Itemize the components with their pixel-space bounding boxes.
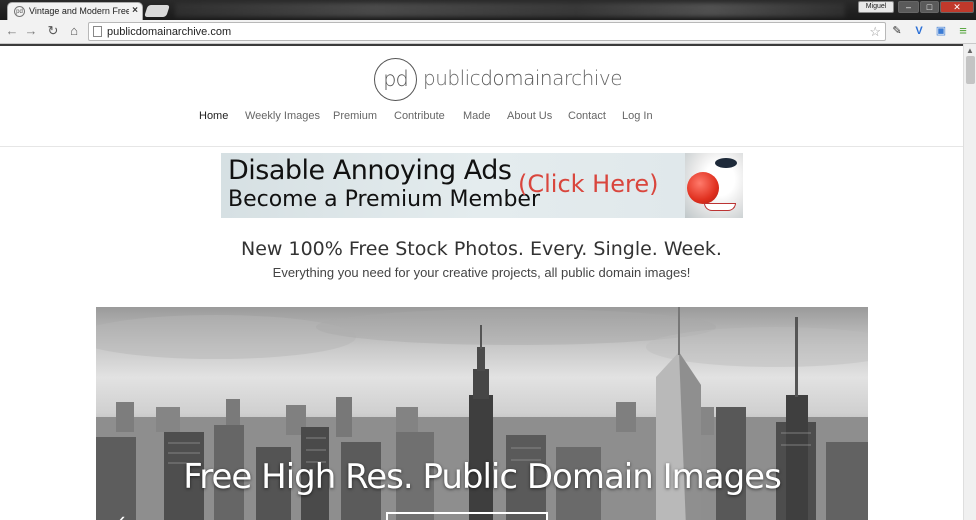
back-arrow-icon[interactable]: ← bbox=[4, 23, 20, 39]
site-favicon-icon: pd bbox=[14, 6, 25, 17]
ad-headline: Disable Annoying Ads bbox=[228, 155, 512, 186]
maximize-button[interactable]: □ bbox=[920, 1, 939, 13]
hero-cta-button[interactable] bbox=[386, 512, 548, 520]
nav-item-log-in[interactable]: Log In bbox=[622, 110, 653, 122]
logo-text-domain: domain bbox=[480, 66, 553, 90]
hero-slider[interactable]: Free High Res. Public Domain Images ‹ bbox=[96, 307, 868, 520]
clown-nose bbox=[687, 172, 719, 204]
premium-ad-banner[interactable]: Disable Annoying Ads Become a Premium Me… bbox=[221, 153, 743, 218]
url-text[interactable]: publicdomainarchive.com bbox=[107, 26, 231, 38]
clown-eye bbox=[715, 158, 737, 168]
page-subheadline: Everything you need for your creative pr… bbox=[272, 265, 691, 280]
logo-text-public: public bbox=[423, 66, 481, 90]
background-tabs bbox=[175, 3, 845, 17]
home-icon[interactable]: ⌂ bbox=[66, 23, 82, 39]
extension-v-icon[interactable]: V bbox=[912, 24, 926, 38]
browser-tab[interactable]: pd Vintage and Modern Free × bbox=[7, 2, 143, 20]
extension-evernote-icon[interactable]: ✎ bbox=[890, 24, 904, 38]
extension-window-icon[interactable]: ▣ bbox=[934, 24, 948, 38]
nav-item-premium[interactable]: Premium bbox=[333, 110, 377, 122]
web-page: pd publicdomainarchive Home Weekly Image… bbox=[0, 46, 963, 520]
address-bar[interactable]: publicdomainarchive.com ☆ bbox=[88, 22, 886, 41]
ad-click-here[interactable]: (Click Here) bbox=[518, 170, 658, 198]
close-window-button[interactable]: ✕ bbox=[940, 1, 974, 13]
browser-menu-icon[interactable]: ≡ bbox=[956, 24, 970, 38]
logo-mark[interactable]: pd bbox=[374, 58, 417, 101]
page-scrollbar[interactable]: ▲ bbox=[963, 44, 976, 520]
minimize-button[interactable]: – bbox=[898, 1, 919, 13]
nav-item-home[interactable]: Home bbox=[199, 110, 228, 122]
header-divider bbox=[0, 146, 963, 147]
main-navigation: Home Weekly Images Premium Contribute Ma… bbox=[0, 110, 963, 124]
slider-prev-icon[interactable]: ‹ bbox=[118, 507, 125, 520]
nav-item-contact[interactable]: Contact bbox=[568, 110, 606, 122]
scroll-up-icon[interactable]: ▲ bbox=[966, 46, 974, 55]
nav-item-about-us[interactable]: About Us bbox=[507, 110, 552, 122]
hero-title: Free High Res. Public Domain Images bbox=[183, 457, 782, 497]
nav-item-contribute[interactable]: Contribute bbox=[394, 110, 445, 122]
nav-item-made[interactable]: Made bbox=[463, 110, 491, 122]
bookmark-star-icon[interactable]: ☆ bbox=[869, 24, 881, 40]
ad-subline: Become a Premium Member bbox=[228, 187, 540, 212]
nav-item-weekly-images[interactable]: Weekly Images bbox=[245, 110, 320, 122]
tab-close-icon[interactable]: × bbox=[132, 5, 138, 16]
reload-icon[interactable]: ↻ bbox=[45, 23, 61, 39]
page-icon bbox=[93, 26, 102, 37]
tab-title: Vintage and Modern Free bbox=[29, 6, 129, 16]
logo-wordmark[interactable]: publicdomainarchive bbox=[423, 66, 623, 90]
profile-button[interactable]: Miguel bbox=[858, 1, 894, 13]
page-headline: New 100% Free Stock Photos. Every. Singl… bbox=[241, 238, 722, 260]
clown-mouth bbox=[704, 203, 736, 211]
browser-tab-strip: pd Vintage and Modern Free × Miguel – □ … bbox=[0, 0, 976, 20]
logo-text-archive: archive bbox=[552, 66, 623, 90]
forward-arrow-icon[interactable]: → bbox=[23, 23, 39, 39]
new-tab-button[interactable] bbox=[144, 5, 170, 17]
browser-toolbar: ← → ↻ ⌂ publicdomainarchive.com ☆ ✎ V ▣ … bbox=[0, 20, 976, 44]
scroll-thumb[interactable] bbox=[966, 56, 975, 84]
